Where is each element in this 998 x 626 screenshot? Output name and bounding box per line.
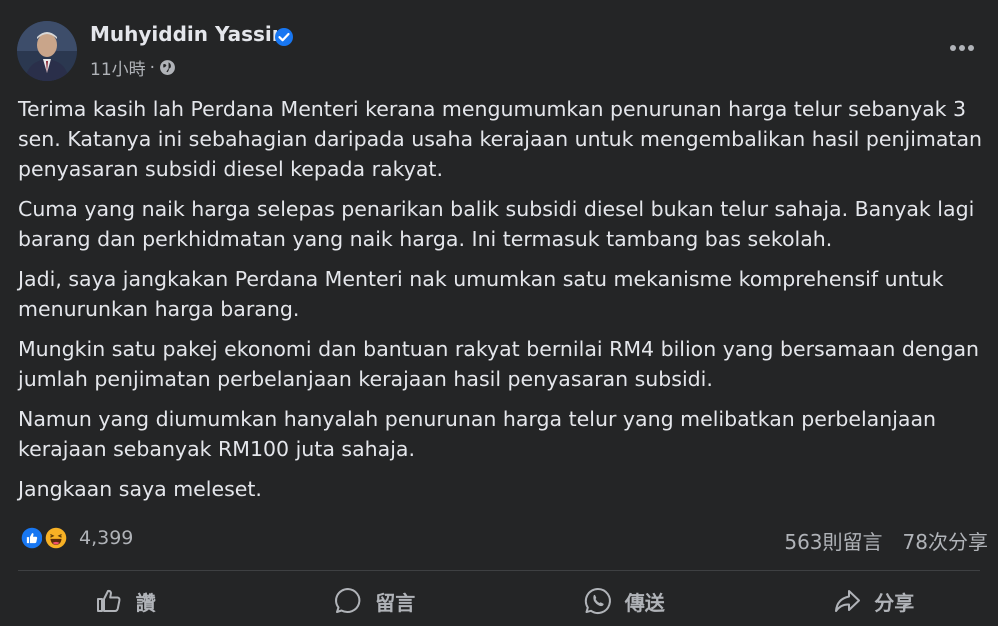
post-timestamp[interactable]: 11小時 [90,55,146,80]
comment-count[interactable]: 563則留言 [784,526,882,555]
engagement-counts: 563則留言 78次分享 [784,526,988,555]
haha-reaction-icon [42,524,70,552]
whatsapp-icon [584,587,611,614]
share-count[interactable]: 78次分享 [903,526,988,555]
post-paragraph: Namun yang diumumkan hanyalah penurunan … [18,407,937,461]
post-paragraph: Cuma yang naik harga selepas penarikan b… [18,197,975,251]
comment-bubble-icon [335,588,361,613]
post-stats: 4,399 563則留言 78次分享 [18,522,988,558]
post-paragraph: Jangkaan saya meleset. [18,477,262,501]
verified-badge-icon [275,28,293,46]
share-label: 分享 [874,590,915,615]
thumbs-up-icon [96,589,121,612]
action-bar: 讚 留言 傳送 分享 [0,576,998,626]
comment-label: 留言 [375,590,416,615]
post-meta: 11小時 · [90,55,176,80]
reactions-summary[interactable]: 4,399 [18,524,133,552]
author-avatar[interactable] [17,21,77,81]
like-label: 讚 [135,590,156,615]
post-paragraph: Terima kasih lah Perdana Menteri kerana … [18,97,983,181]
more-horizontal-icon [950,45,974,51]
avatar-portrait-icon [17,21,77,81]
post-body: Terima kasih lah Perdana Menteri kerana … [18,94,988,514]
post-paragraph: Jadi, saya jangkakan Perdana Menteri nak… [18,267,944,321]
like-button[interactable]: 讚 [0,576,250,626]
post-paragraph: Mungkin satu pakej ekonomi dan bantuan r… [18,337,980,391]
meta-separator: · [149,57,156,78]
send-button[interactable]: 傳送 [499,576,749,626]
comment-button[interactable]: 留言 [250,576,500,626]
facebook-post: Muhyiddin Yassin 11小時 · Terima kasih lah… [0,0,998,626]
post-header: Muhyiddin Yassin 11小時 · [0,0,998,90]
more-options-button[interactable] [944,36,980,60]
share-button[interactable]: 分享 [749,576,998,626]
reaction-count: 4,399 [79,527,134,549]
author-name[interactable]: Muhyiddin Yassin [90,22,286,46]
send-label: 傳送 [624,590,665,615]
divider [18,570,980,571]
globe-icon[interactable] [159,59,176,76]
share-arrow-icon [835,590,861,612]
